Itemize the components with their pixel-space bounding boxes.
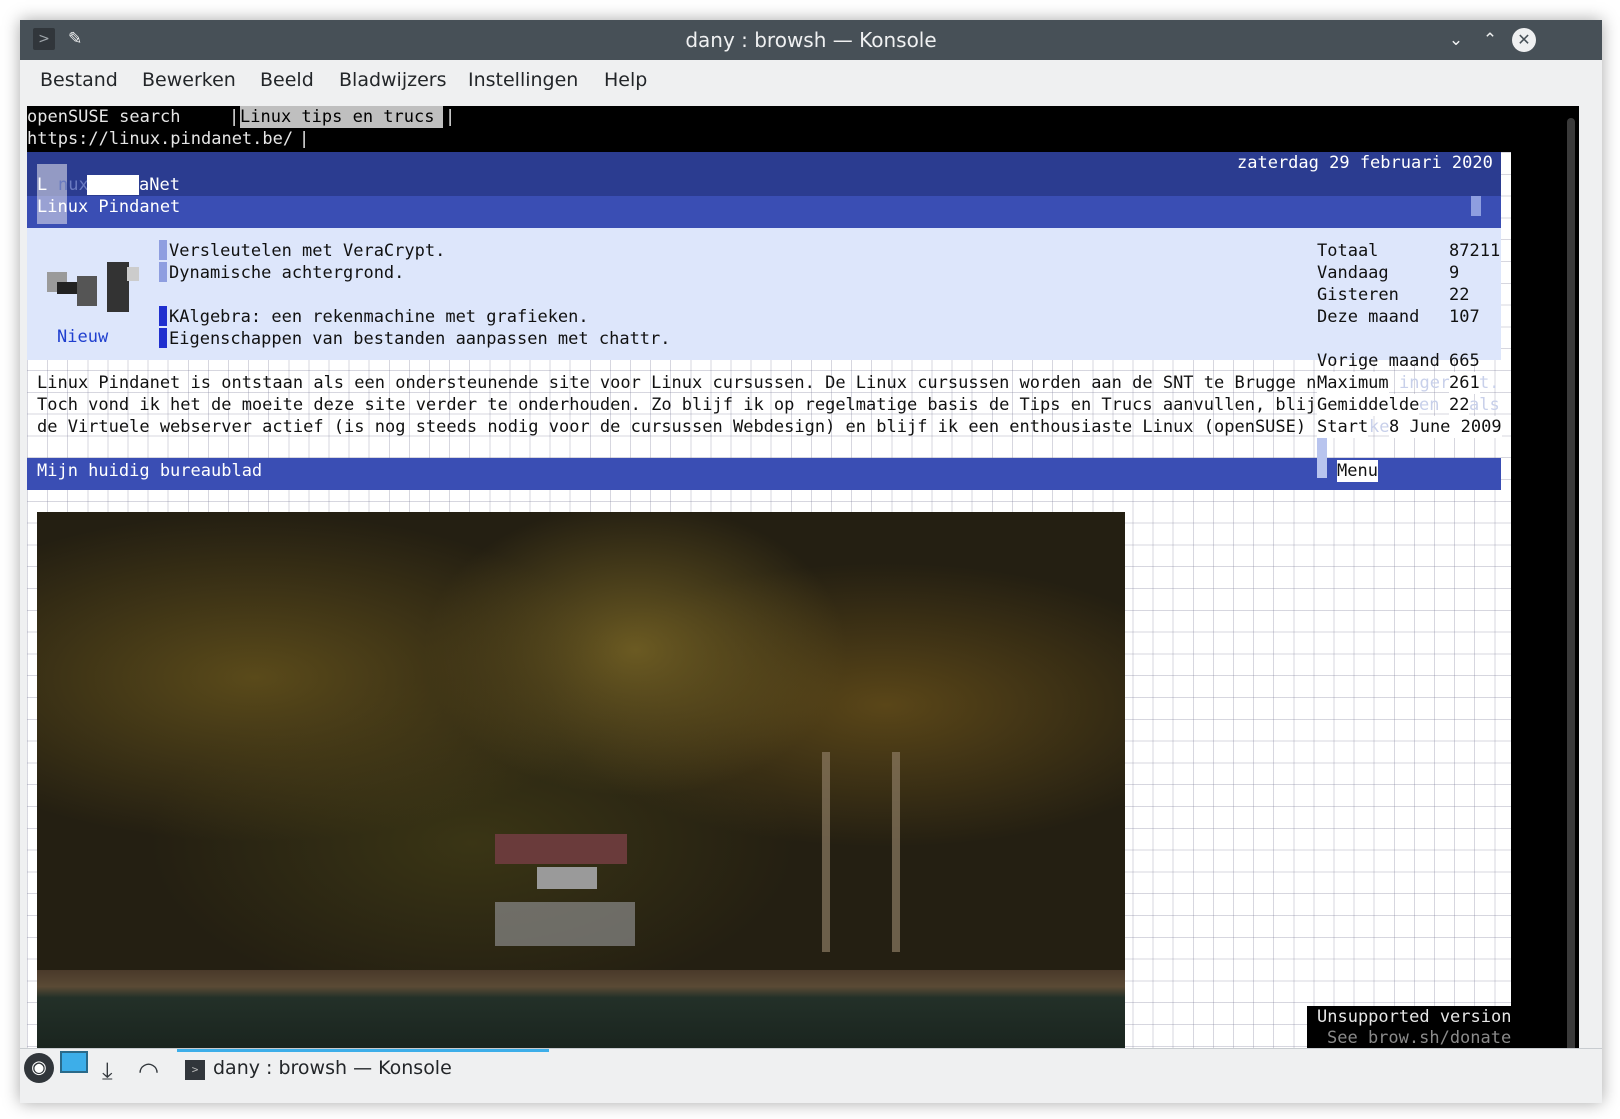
intro-line: Linux Pindanet is ontstaan als een onder… [37, 373, 1327, 393]
desktop-screenshot-image[interactable] [37, 512, 1125, 1064]
house-window [537, 867, 597, 889]
logo-net: aNet [139, 175, 180, 195]
stat-label: Vorige maand [1317, 351, 1440, 371]
tab-separator: | [445, 107, 456, 127]
house-roof [495, 834, 627, 864]
stat-value: 665 [1449, 351, 1480, 371]
menu-bar: Bestand Bewerken Beeld Bladwijzers Inste… [20, 60, 1602, 103]
news-bullet [159, 328, 167, 348]
stat-value: 87211 [1449, 241, 1501, 261]
stat-value: 9 [1449, 263, 1460, 283]
menu-bewerken[interactable]: Bewerken [142, 69, 236, 91]
web-page[interactable]: zaterdag 29 februari 2020 L nux aNet Lin… [27, 152, 1513, 1064]
news-bullet [159, 240, 167, 260]
faded-text: als [1469, 395, 1500, 415]
news-item[interactable]: Eigenschappen van bestanden aanpassen me… [169, 328, 671, 350]
terminal-scrollbar[interactable] [1567, 118, 1575, 1058]
news-bullet [159, 306, 167, 326]
task-konsole[interactable]: > dany : browsh — Konsole [177, 1049, 549, 1088]
wifi-icon[interactable]: ◠ [138, 1057, 159, 1085]
news-bullet [159, 262, 167, 282]
site-title[interactable]: Linux Pindanet [37, 196, 180, 218]
stat-label: Maximum [1317, 372, 1389, 394]
donate-link[interactable]: See brow.sh/donate [1327, 1027, 1511, 1049]
konsole-window: > ✎ dany : browsh — Konsole ⌄ ⌃ ✕ Bestan… [20, 20, 1602, 1103]
url-cursor: | [299, 129, 310, 149]
faded-text: inger [1399, 373, 1451, 393]
news-item[interactable]: Versleutelen met VeraCrypt. [169, 240, 445, 262]
task-label: dany : browsh — Konsole [213, 1057, 452, 1079]
desktop-icon[interactable] [60, 1051, 88, 1073]
stat-label: Start [1317, 416, 1369, 438]
news-item[interactable]: KAlgebra: een rekenmachine met grafieken… [169, 306, 589, 328]
desktop-heading: Mijn huidig bureaublad [37, 461, 263, 481]
stat-value: 8 June 2009 [1389, 416, 1502, 438]
url-bar[interactable]: https://linux.pindanet.be/ [27, 128, 293, 150]
unsupported-text: Unsupported version [1317, 1007, 1512, 1027]
house-base [495, 902, 635, 946]
terminal-icon: > [185, 1060, 205, 1080]
stat-value: 261 [1449, 372, 1480, 394]
stat-value: 22 [1449, 394, 1470, 416]
menu-help[interactable]: Help [604, 69, 647, 91]
menu-instellingen[interactable]: Instellingen [468, 69, 578, 91]
menu-beeld[interactable]: Beeld [260, 69, 314, 91]
menu-bladwijzers[interactable]: Bladwijzers [339, 69, 447, 91]
tab-opensuse-search[interactable]: openSUSE search [27, 106, 181, 128]
stat-label: Vandaag [1317, 263, 1389, 283]
stat-label: Gisteren [1317, 285, 1399, 305]
logo-mask [87, 175, 139, 195]
stat-value: 107 [1449, 307, 1480, 327]
opensuse-launcher-icon[interactable]: ◉ [24, 1053, 54, 1083]
tree-trunk [822, 752, 830, 952]
intro-line: de Virtuele webserver actief (is nog ste… [37, 417, 1327, 437]
title-bar[interactable]: > ✎ dany : browsh — Konsole ⌄ ⌃ ✕ [20, 20, 1602, 60]
terminal-view[interactable]: openSUSE search | Linux tips en trucs | … [27, 106, 1579, 1064]
news-label: Nieuw [57, 327, 109, 347]
window-title: dany : browsh — Konsole [685, 28, 937, 52]
taskbar: ◉ ⤓ ◠ > dany : browsh — Konsole [20, 1048, 1602, 1103]
logo-text: nux [58, 175, 89, 195]
site-title-band [27, 196, 1501, 228]
download-icon[interactable]: ⤓ [102, 1057, 113, 1085]
intro-line: Toch vond ik het de moeite deze site ver… [37, 395, 1327, 415]
logo-letter: L [37, 175, 48, 195]
tab-separator: | [229, 107, 240, 127]
faded-text: ke [1369, 417, 1390, 437]
tree-trunk [892, 752, 900, 952]
menu-button[interactable]: Menu [1337, 460, 1378, 482]
stat-label: Totaal [1317, 241, 1379, 261]
stat-value: 22 [1449, 285, 1470, 305]
stat-label: Gemiddelde [1317, 394, 1420, 416]
stat-label: Deze maand [1317, 307, 1420, 327]
faded-text: en [1419, 395, 1440, 415]
minimize-button[interactable]: ⌄ [1444, 28, 1468, 52]
maximize-button[interactable]: ⌃ [1478, 28, 1502, 52]
tab-linux-tips[interactable]: Linux tips en trucs [240, 106, 443, 128]
header-widget [1471, 196, 1481, 216]
current-date: zaterdag 29 februari 2020 [1237, 153, 1493, 173]
faded-text: t. [1479, 373, 1500, 393]
menu-icon [1317, 438, 1327, 478]
menu-bestand[interactable]: Bestand [40, 69, 118, 91]
news-logo-icon [47, 262, 139, 318]
news-item[interactable]: Dynamische achtergrond. [169, 262, 404, 284]
close-button[interactable]: ✕ [1512, 28, 1536, 52]
